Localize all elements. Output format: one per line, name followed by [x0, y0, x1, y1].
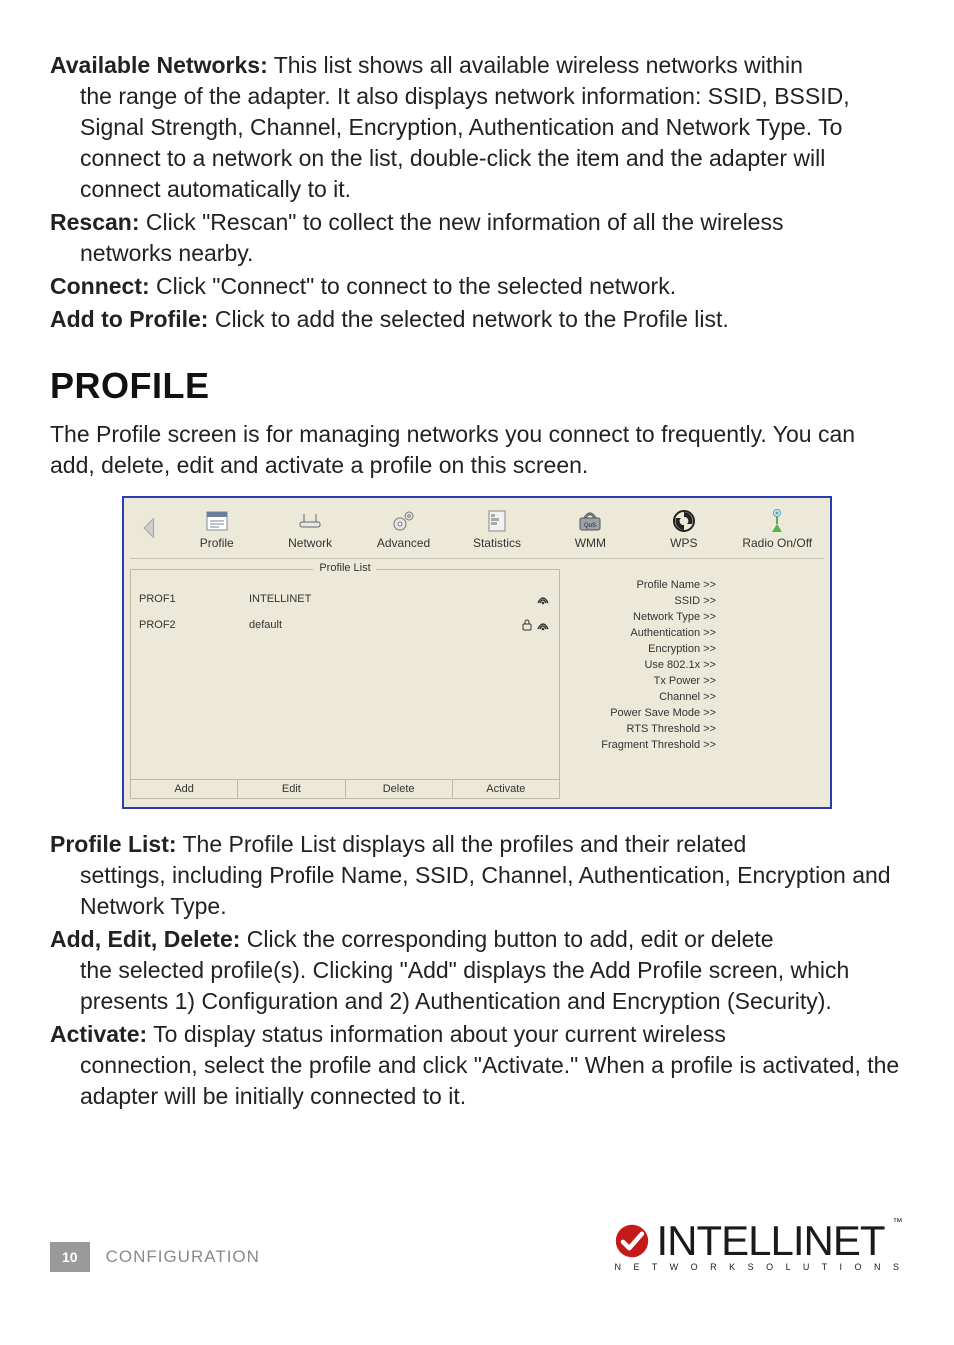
tabs-row: Profile Network Advanced Statistics	[130, 504, 824, 559]
detail-ssid: SSID >>	[568, 593, 816, 609]
brand-check-icon	[614, 1223, 650, 1259]
top-definitions: Available Networks: This list shows all …	[50, 50, 904, 335]
profile2-ssid: default	[249, 619, 511, 631]
body-profile-list-b: settings, including Profile Name, SSID, …	[50, 860, 904, 922]
detail-encryption: Encryption >>	[568, 641, 816, 657]
profile-row-2[interactable]: PROF2 default	[139, 612, 551, 638]
brand-logo: INTELLINET™ N E T W O R K S O L U T I O …	[614, 1222, 904, 1272]
profile-details: Profile Name >> SSID >> Network Type >> …	[560, 559, 824, 801]
detail-txpower: Tx Power >>	[568, 673, 816, 689]
section-heading-profile: profile	[50, 365, 904, 407]
bottom-definitions: Profile List: The Profile List displays …	[50, 829, 904, 1112]
term-add-edit-delete: Add, Edit, Delete:	[50, 926, 240, 952]
tab-advanced-label: Advanced	[357, 536, 450, 550]
tab-statistics[interactable]: Statistics	[450, 506, 543, 550]
tab-wmm-label: WMM	[544, 536, 637, 550]
page-number: 10	[50, 1242, 90, 1272]
wps-icon	[637, 508, 730, 534]
page-footer: 10 CONFIGURATION INTELLINET™ N E T W O R…	[50, 1222, 904, 1272]
brand-subtitle: N E T W O R K S O L U T I O N S	[614, 1262, 904, 1272]
activate-button[interactable]: Activate	[452, 780, 560, 799]
body-rescan-b: networks nearby.	[50, 238, 904, 269]
body-add-to-profile-a: Click to add the selected network to the…	[208, 306, 728, 332]
wmm-icon: QoS	[544, 508, 637, 534]
lock-icon	[521, 618, 533, 632]
body-add-edit-delete-a: Click the corresponding button to add, e…	[240, 926, 773, 952]
body-add-edit-delete-b: the selected profile(s). Clicking "Add" …	[50, 955, 904, 1017]
tab-radio-label: Radio On/Off	[731, 536, 824, 550]
body-connect-a: Click "Connect" to connect to the select…	[150, 273, 676, 299]
profile-icon	[170, 508, 263, 534]
profile2-name: PROF2	[139, 619, 249, 631]
profile-row-1[interactable]: PROF1 INTELLINET	[139, 586, 551, 612]
footer-section-label: CONFIGURATION	[106, 1247, 260, 1267]
body-activate-b: connection, select the profile and click…	[50, 1050, 904, 1112]
tab-radio-onoff[interactable]: Radio On/Off	[731, 506, 824, 550]
profile-list-box: Profile List PROF1 INTELLINET PROF2 defa…	[130, 569, 560, 799]
profile-list-label: Profile List	[313, 562, 376, 574]
delete-button[interactable]: Delete	[345, 780, 453, 799]
add-button[interactable]: Add	[130, 780, 238, 799]
signal-icon	[535, 591, 551, 607]
gear-icon	[357, 508, 450, 534]
tab-network-label: Network	[263, 536, 356, 550]
tab-advanced[interactable]: Advanced	[357, 506, 450, 550]
tab-network[interactable]: Network	[263, 506, 356, 550]
profile1-ssid: INTELLINET	[249, 593, 511, 605]
detail-network-type: Network Type >>	[568, 609, 816, 625]
signal-icon	[535, 617, 551, 633]
tab-profile[interactable]: Profile	[170, 506, 263, 550]
network-icon	[263, 508, 356, 534]
detail-authentication: Authentication >>	[568, 625, 816, 641]
detail-profile-name: Profile Name >>	[568, 577, 816, 593]
detail-channel: Channel >>	[568, 689, 816, 705]
body-rescan-a: Click "Rescan" to collect the new inform…	[139, 209, 783, 235]
svg-text:QoS: QoS	[584, 523, 596, 529]
term-connect: Connect:	[50, 273, 150, 299]
profile1-name: PROF1	[139, 593, 249, 605]
detail-rts: RTS Threshold >>	[568, 721, 816, 737]
statistics-icon	[450, 508, 543, 534]
brand-name: INTELLINET	[656, 1222, 884, 1260]
tab-wps[interactable]: WPS	[637, 506, 730, 550]
term-rescan: Rescan:	[50, 209, 139, 235]
tab-statistics-label: Statistics	[450, 536, 543, 550]
detail-8021x: Use 802.1x >>	[568, 657, 816, 673]
body-activate-a: To display status information about your…	[147, 1021, 726, 1047]
term-activate: Activate:	[50, 1021, 147, 1047]
edit-button[interactable]: Edit	[237, 780, 345, 799]
profile-intro-paragraph: The Profile screen is for managing netwo…	[50, 419, 904, 481]
radio-icon	[731, 508, 824, 534]
body-available-networks-a: This list shows all available wireless n…	[268, 52, 803, 78]
body-profile-list-a: The Profile List displays all the profil…	[177, 831, 747, 857]
detail-powersave: Power Save Mode >>	[568, 705, 816, 721]
back-arrow-icon[interactable]	[136, 514, 164, 542]
tab-profile-label: Profile	[170, 536, 263, 550]
detail-fragment: Fragment Threshold >>	[568, 737, 816, 753]
term-add-to-profile: Add to Profile:	[50, 306, 208, 332]
body-available-networks-b: the range of the adapter. It also displa…	[50, 81, 904, 205]
term-profile-list: Profile List:	[50, 831, 177, 857]
tab-wps-label: WPS	[637, 536, 730, 550]
tab-wmm[interactable]: QoS WMM	[544, 506, 637, 550]
profile-ui-panel: Profile Network Advanced Statistics	[122, 496, 832, 809]
term-available-networks: Available Networks:	[50, 52, 268, 78]
